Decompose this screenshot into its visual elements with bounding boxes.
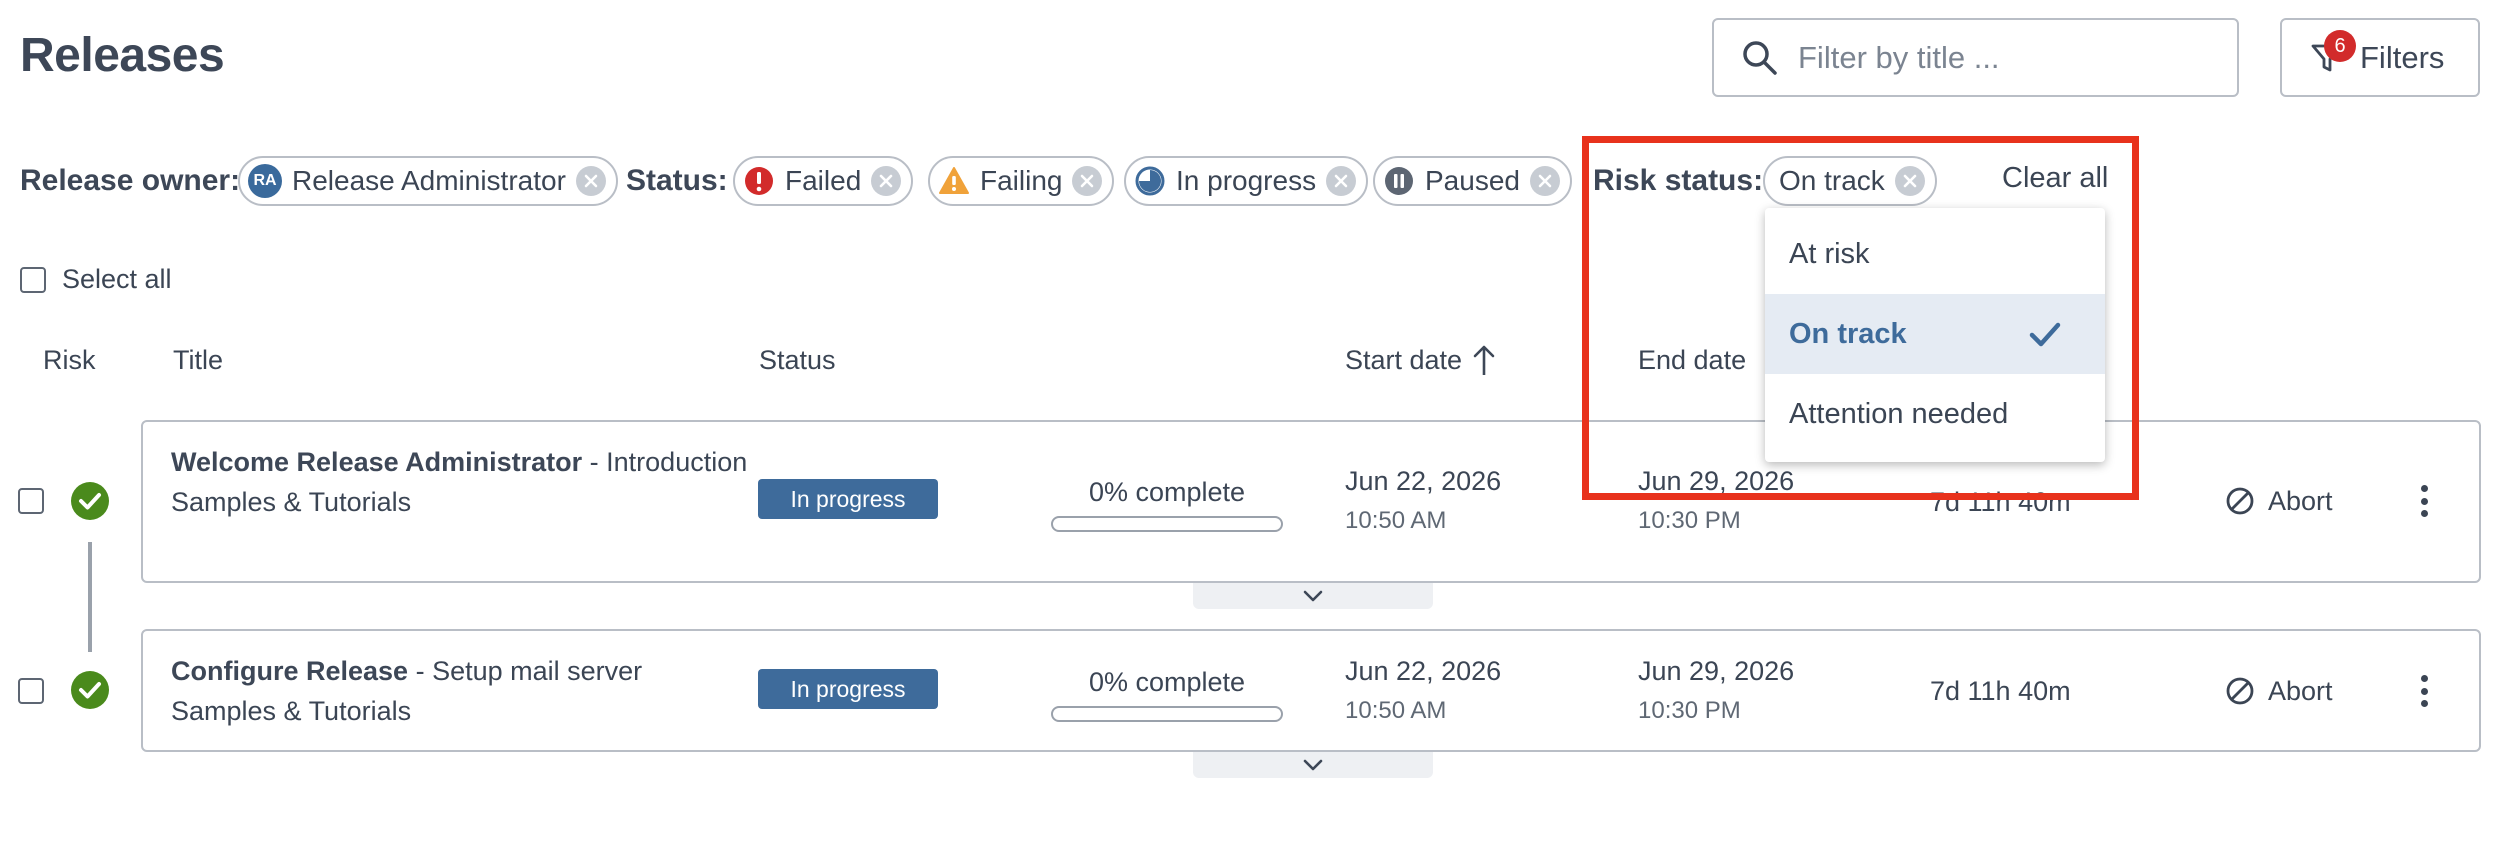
select-all-label: Select all [62,264,172,294]
column-header-risk: Risk [43,345,96,375]
page-title: Releases [20,29,225,82]
on-track-risk-icon [71,482,109,520]
end-date-value: Jun 29, 2026 [1638,656,1795,686]
remove-chip-icon[interactable] [1529,166,1560,196]
more-actions-icon[interactable] [2414,481,2434,521]
release-title-bold: Configure Release [171,656,409,686]
abort-label: Abort [2268,485,2333,516]
owner-chip-label: Release Administrator [292,165,566,196]
remove-chip-icon[interactable] [1326,166,1357,196]
status-chip-failed: Failed [733,156,914,206]
more-actions-icon[interactable] [2414,671,2434,711]
status-chip-label: Failed [785,165,862,196]
status-badge: In progress [758,479,938,519]
highlight-box [1582,136,2139,500]
progress-indicator: 0% complete [1051,477,1283,532]
release-title-rest: - Setup mail server [408,656,643,686]
chevron-down-icon [1303,590,1323,602]
start-date: Jun 22, 2026 10:50 AM [1345,651,1501,731]
column-header-title: Title [173,345,224,375]
start-time-value: 10:50 AM [1345,507,1447,534]
progress-bar [1051,516,1283,532]
expand-row-button[interactable] [1193,752,1433,778]
progress-indicator: 0% complete [1051,667,1283,722]
end-date: Jun 29, 2026 10:30 PM [1638,651,1794,731]
end-time-value: 10:30 PM [1638,507,1741,534]
release-title-bold: Welcome Release Administrator [171,447,583,477]
owner-filter-chip: RA Release Administrator [238,156,618,206]
expand-row-button[interactable] [1193,583,1433,609]
release-folder: Samples & Tutorials [171,696,412,726]
filters-count-badge: 6 [2324,30,2356,62]
remove-chip-icon[interactable] [871,166,902,196]
status-label: Status: [626,164,728,197]
sort-ascending-icon[interactable] [1470,343,1498,377]
status-chip-paused: Paused [1373,156,1572,206]
filters-button[interactable]: 6 Filters [2280,18,2480,97]
column-header-start-date[interactable]: Start date [1345,345,1462,376]
status-chip-label: In progress [1176,165,1317,196]
progress-bar [1051,706,1283,722]
abort-button[interactable]: Abort [2224,675,2333,707]
avatar: RA [248,164,282,198]
chevron-down-icon [1303,759,1323,771]
status-chip-label: Failing [980,165,1063,196]
warning-icon [939,167,969,194]
start-date-value: Jun 22, 2026 [1345,466,1502,496]
start-date-value: Jun 22, 2026 [1345,656,1502,686]
search-box[interactable] [1712,18,2239,97]
select-all[interactable]: Select all [20,264,172,295]
end-time-value: 10:30 PM [1638,697,1741,724]
remove-chip-icon[interactable] [1072,166,1103,196]
filters-button-label: Filters [2360,39,2445,75]
remove-chip-icon[interactable] [575,166,606,196]
in-progress-icon [1135,166,1165,196]
release-title-rest: - Introduction [582,447,748,477]
on-track-risk-icon [71,671,109,709]
abort-icon [2226,487,2254,515]
progress-text: 0% complete [1088,667,1246,697]
column-header-status: Status [759,345,836,375]
status-chip-failing: Failing [928,156,1115,206]
status-badge: In progress [758,669,938,709]
duration: 7d 11h 40m [1930,676,2071,706]
select-all-checkbox[interactable] [20,266,46,293]
release-owner-label: Release owner: [20,164,241,197]
release-title[interactable]: Configure Release - Setup mail server Sa… [171,651,642,731]
status-chip-label: Paused [1425,165,1520,196]
start-date: Jun 22, 2026 10:50 AM [1345,461,1501,541]
release-title[interactable]: Welcome Release Administrator - Introduc… [171,442,747,522]
search-icon [1743,40,1777,75]
error-icon [745,167,773,195]
search-input[interactable] [1798,39,2218,76]
row-checkbox[interactable] [18,488,44,514]
abort-icon [2226,677,2254,705]
abort-label: Abort [2268,675,2333,706]
release-folder: Samples & Tutorials [171,487,412,517]
row-connector-line [88,542,92,652]
start-time-value: 10:50 AM [1345,697,1447,724]
row-checkbox[interactable] [18,678,44,704]
abort-button[interactable]: Abort [2224,485,2333,517]
progress-text: 0% complete [1088,477,1246,507]
status-chip-in-progress: In progress [1124,156,1369,206]
pause-icon [1385,167,1413,195]
